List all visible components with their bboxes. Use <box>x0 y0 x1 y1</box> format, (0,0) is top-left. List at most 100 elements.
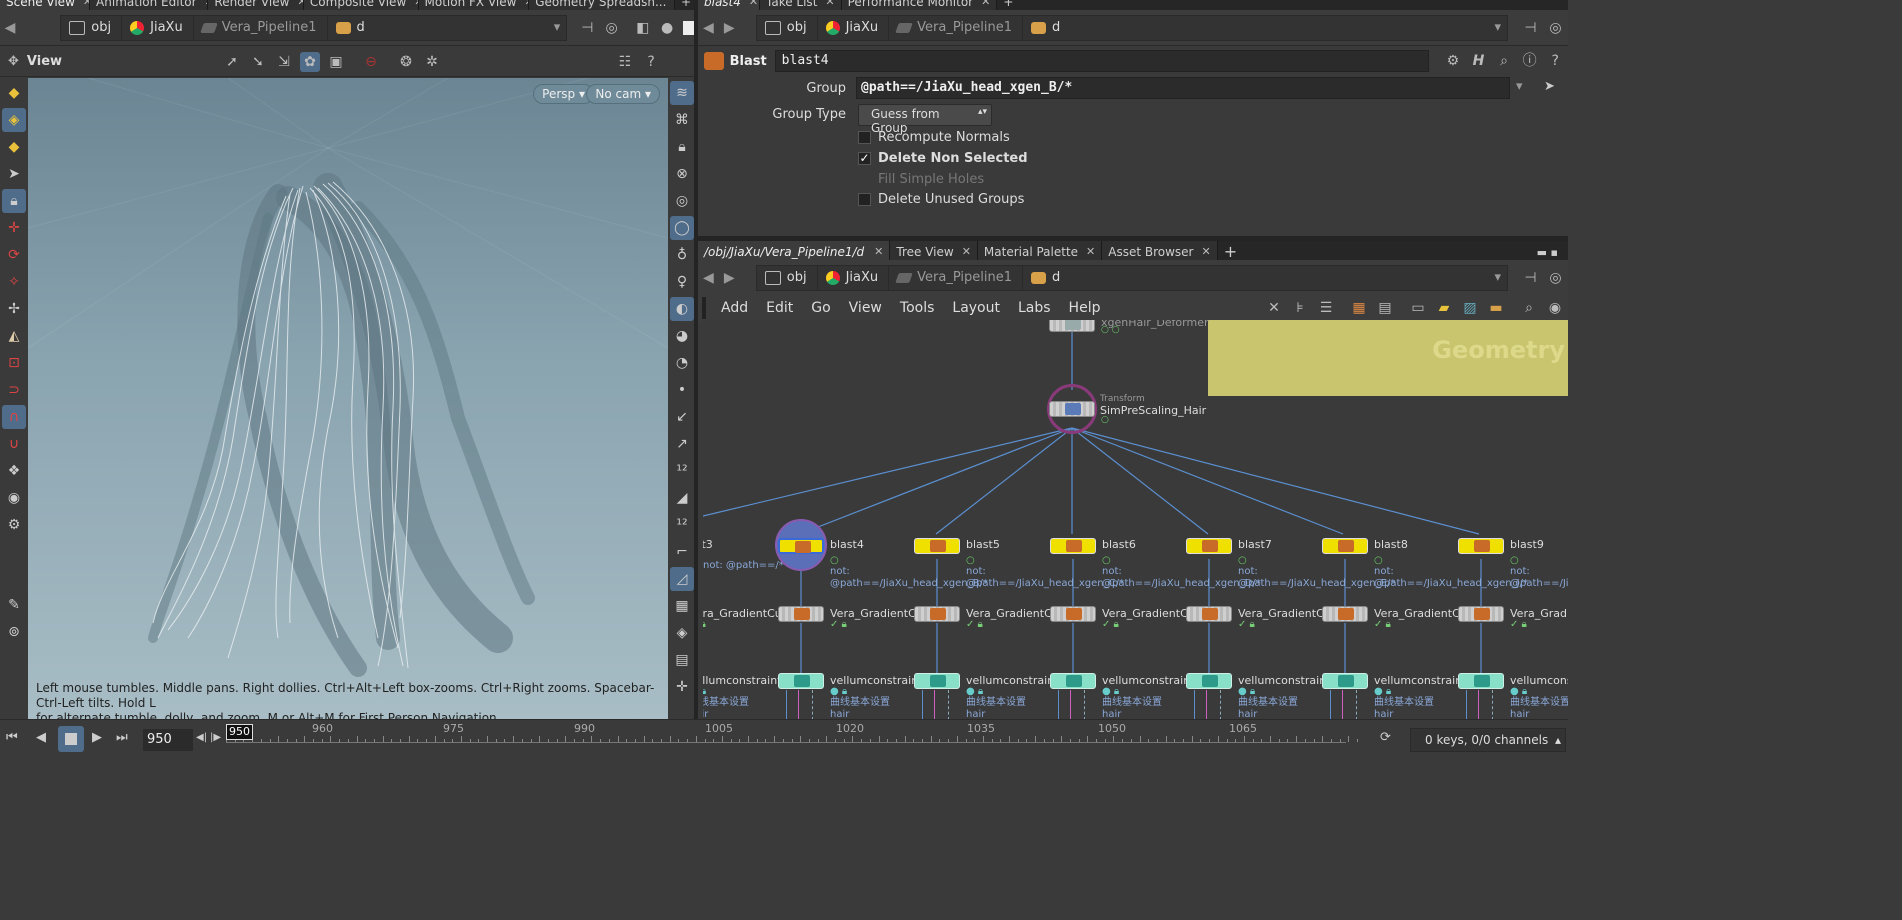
settings-gear-icon[interactable]: ✲ <box>422 52 442 72</box>
lock-icon[interactable]: 🔒︎ <box>2 189 26 213</box>
magnet-alt-icon[interactable]: ∪ <box>2 432 26 456</box>
back-icon[interactable]: ◀ <box>0 17 20 39</box>
gradient-node[interactable] <box>1322 606 1368 622</box>
frame-field[interactable]: 950 <box>143 729 193 751</box>
blast-node[interactable] <box>1186 538 1232 554</box>
tab-composite-view[interactable]: Composite View✕ <box>303 0 419 10</box>
tab-animation-editor[interactable]: Animation Editor✕ <box>90 0 209 10</box>
image-icon[interactable]: ▨ <box>1460 298 1480 318</box>
add-tab-button[interactable]: + <box>997 0 1019 10</box>
shape-palette-icon[interactable]: ▤ <box>1375 298 1395 318</box>
blast-node[interactable] <box>1050 538 1096 554</box>
back-icon[interactable]: ◀ <box>698 17 719 39</box>
group-type-dropdown[interactable]: Guess from Group ▴▾ <box>858 104 992 135</box>
forward-icon[interactable]: ▶ <box>719 267 740 289</box>
step-back-icon[interactable]: ◀| <box>196 732 207 743</box>
info-icon[interactable]: ⓘ <box>1520 51 1540 71</box>
tab-performance-monitor[interactable]: Performance Monitor ✕ <box>841 0 998 10</box>
grid-icon[interactable]: ◿ <box>670 567 694 591</box>
search-icon[interactable]: ⌕ <box>1519 298 1539 318</box>
display-layers-icon[interactable]: ≋ <box>670 81 694 105</box>
blast-node[interactable] <box>1458 538 1504 554</box>
delete-unused-groups-checkbox[interactable] <box>858 193 871 206</box>
menu-view[interactable]: View <box>840 300 891 316</box>
play-reverse-icon[interactable]: ◀ <box>36 730 46 745</box>
uv-view-icon[interactable]: ▤ <box>670 648 694 672</box>
chevron-down-icon[interactable]: ▾ <box>1494 270 1501 285</box>
vellum-node[interactable] <box>914 673 960 689</box>
point-number-icon[interactable]: ¹² <box>670 459 694 483</box>
link-icon[interactable]: ◎ <box>1546 18 1565 38</box>
backface-icon[interactable]: ◐ <box>670 297 694 321</box>
render-icon[interactable]: ⚙ <box>2 513 26 537</box>
camera-icon[interactable]: ✿ <box>300 51 321 72</box>
gradient-node[interactable] <box>1458 606 1504 622</box>
tab-scene-view[interactable]: Scene View ✕ <box>0 0 91 10</box>
add-tab-button[interactable]: + <box>675 0 696 10</box>
breadcrumb-d[interactable]: d ▾ <box>1021 264 1509 291</box>
magnet-icon[interactable]: ∩ <box>2 405 26 429</box>
tab-geometry-spreadsheet[interactable]: Geometry Spreadsh...✕ <box>529 0 675 10</box>
checker-icon[interactable]: ▦ <box>670 594 694 618</box>
point-icon[interactable]: • <box>670 378 694 402</box>
recompute-normals-checkbox[interactable] <box>858 131 871 144</box>
jump-end-icon[interactable]: ⏭ <box>116 730 128 745</box>
menu-go[interactable]: Go <box>802 300 839 316</box>
forward-icon[interactable]: ▶ <box>719 17 740 39</box>
persp-menu[interactable]: Persp ▾ <box>533 84 594 104</box>
viewport-canvas[interactable]: Persp ▾ No cam ▾ Left mouse tumbles. Mid… <box>28 78 668 719</box>
transform-node[interactable] <box>1049 401 1095 417</box>
gradient-node[interactable] <box>914 606 960 622</box>
vellum-node[interactable] <box>1186 673 1232 689</box>
node-name-field[interactable]: blast4 <box>774 50 1430 72</box>
chevron-down-icon[interactable]: ▾ <box>554 20 561 35</box>
gradient-node[interactable] <box>1186 606 1232 622</box>
breadcrumb-jiaxu[interactable]: JiaXu <box>816 264 890 291</box>
close-icon[interactable]: ✕ <box>749 0 758 7</box>
pin-icon[interactable]: ⊣ <box>1521 18 1540 38</box>
uv-icon[interactable]: ⌐ <box>670 540 694 564</box>
breadcrumb-obj[interactable]: obj <box>755 264 818 291</box>
forward-icon[interactable] <box>20 17 38 39</box>
templates-icon[interactable]: ◔ <box>670 351 694 375</box>
deformer-node[interactable] <box>1049 320 1095 332</box>
group-field[interactable]: @path==/JiaXu_head_xgen_B/* <box>856 77 1510 99</box>
keys-status[interactable]: 0 keys, 0/0 channels ▴ <box>1410 728 1566 752</box>
fill-simple-holes-checkbox[interactable] <box>858 173 871 186</box>
pin-icon[interactable]: ⊣ <box>578 18 596 38</box>
snapshot-icon[interactable]: ❂ <box>396 52 416 72</box>
visibility-eye-icon[interactable]: ◕ <box>670 324 694 348</box>
lock-camera-icon[interactable]: 🔒︎ <box>670 135 694 159</box>
brush-tool-icon[interactable]: ◆ <box>2 81 26 105</box>
search-icon[interactable]: ⌕ <box>1494 51 1514 71</box>
menu-layout[interactable]: Layout <box>943 300 1009 316</box>
blast-node[interactable] <box>778 538 824 554</box>
breadcrumb-jiaxu[interactable]: JiaXu <box>121 14 194 41</box>
snap-grid-icon[interactable]: ⊡ <box>2 351 26 375</box>
pose-tool-icon[interactable]: ◭ <box>2 324 26 348</box>
back-icon[interactable]: ◀ <box>698 267 719 289</box>
paint-tool-icon[interactable]: ◈ <box>2 108 26 132</box>
stop-button[interactable] <box>58 726 84 752</box>
current-frame-marker[interactable]: 950 <box>226 724 253 740</box>
realtime-icon[interactable]: ⟳ <box>1380 730 1391 745</box>
breadcrumb-obj[interactable]: obj <box>755 14 818 41</box>
tab-motion-fx-view[interactable]: Motion FX View✕ <box>418 0 530 10</box>
network-box-icon[interactable]: ▭ <box>1408 298 1428 318</box>
layout-icon[interactable]: ☷ <box>615 52 635 72</box>
breadcrumb-pipeline[interactable]: Vera_Pipeline1 <box>192 14 328 41</box>
eye-icon[interactable]: ◉ <box>1545 298 1565 318</box>
headlight-icon[interactable]: ♀ <box>670 270 694 294</box>
grow-tool-icon[interactable]: ◆ <box>2 135 26 159</box>
step-forward-icon[interactable]: |▶ <box>210 732 221 743</box>
menu-labs[interactable]: Labs <box>1009 300 1060 316</box>
close-icon[interactable]: ✕ <box>825 0 834 7</box>
view-mode-icon[interactable]: ▣ <box>326 52 346 72</box>
vellum-node[interactable] <box>1322 673 1368 689</box>
diamond-icon[interactable]: ◈ <box>670 621 694 645</box>
tab-blast4[interactable]: blast4 ✕ <box>698 0 760 10</box>
breadcrumb-d[interactable]: d ▾ <box>326 14 568 41</box>
select-tool-icon[interactable]: ➚ <box>222 52 242 72</box>
nodes-icon[interactable]: ❖ <box>2 459 26 483</box>
blast-node[interactable] <box>1322 538 1368 554</box>
